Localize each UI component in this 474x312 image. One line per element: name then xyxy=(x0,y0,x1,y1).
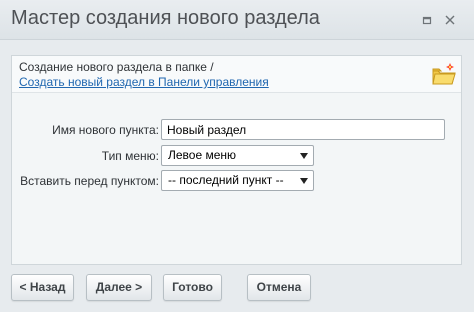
insert-before-select[interactable]: -- последний пункт -- xyxy=(161,170,314,191)
new-folder-icon xyxy=(431,62,457,88)
insert-before-label: Вставить перед пунктом: xyxy=(20,174,159,188)
header-text: Создание нового раздела в папке / xyxy=(19,60,214,74)
cancel-button[interactable]: Отмена xyxy=(247,274,311,301)
name-row: Имя нового пункта: xyxy=(12,119,461,141)
menu-type-value: Левое меню xyxy=(168,148,237,162)
menu-type-row: Тип меню: Левое меню xyxy=(12,145,461,167)
chevron-down-icon xyxy=(300,153,308,159)
restore-icon[interactable] xyxy=(420,13,434,27)
content-panel: Создание нового раздела в папке / Создат… xyxy=(11,55,462,265)
close-icon[interactable] xyxy=(443,13,457,27)
next-button[interactable]: Далее > xyxy=(86,274,152,301)
chevron-down-icon xyxy=(300,178,308,184)
insert-before-row: Вставить перед пунктом: -- последний пун… xyxy=(12,170,461,192)
section-name-input[interactable] xyxy=(161,119,445,140)
back-button[interactable]: < Назад xyxy=(11,274,74,301)
dialog-title: Мастер создания нового раздела xyxy=(11,7,320,29)
menu-type-select[interactable]: Левое меню xyxy=(161,145,314,166)
dialog-titlebar[interactable]: Мастер создания нового раздела xyxy=(0,0,474,40)
wizard-dialog: Мастер создания нового раздела Создание … xyxy=(0,0,474,312)
control-panel-link[interactable]: Создать новый раздел в Панели управления xyxy=(19,75,269,89)
insert-before-value: -- последний пункт -- xyxy=(168,173,284,187)
section-header: Создание нового раздела в папке / Создат… xyxy=(12,56,461,93)
done-button[interactable]: Готово xyxy=(163,274,222,301)
name-label: Имя нового пункта: xyxy=(52,123,159,137)
menu-type-label: Тип меню: xyxy=(101,149,159,163)
